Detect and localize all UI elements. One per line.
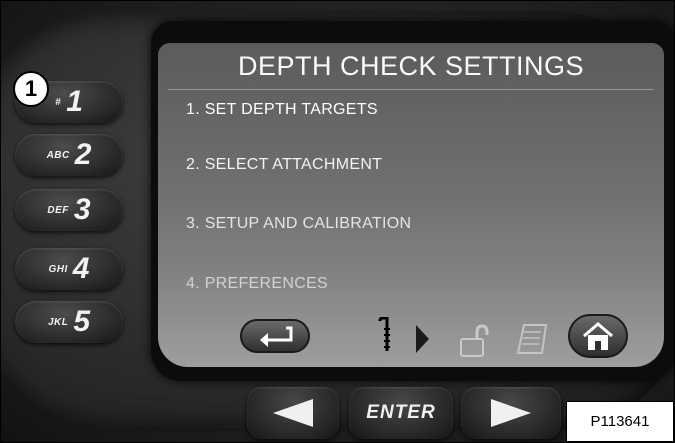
key-2[interactable]: ABC 2 xyxy=(15,134,123,176)
screen-title: DEPTH CHECK SETTINGS xyxy=(237,51,585,81)
document-icon[interactable] xyxy=(514,323,548,355)
key-4[interactable]: GHI 4 xyxy=(15,248,123,290)
key-3-digit: 3 xyxy=(73,193,91,226)
callout-marker: 1 xyxy=(13,71,49,107)
device-photo: # 1 ABC 2 DEF 3 GHI 4 JKL 5 1 DEPTH CHEC… xyxy=(0,0,675,443)
right-arrow-icon xyxy=(491,399,531,427)
back-icon xyxy=(260,326,293,347)
right-arrow-button[interactable] xyxy=(461,387,561,439)
key-1-letters: # xyxy=(55,96,62,108)
key-2-digit: 2 xyxy=(74,138,92,171)
key-4-letters: GHI xyxy=(48,263,68,275)
chevron-right-icon[interactable] xyxy=(414,325,430,353)
enter-label: ENTER xyxy=(366,402,436,423)
figure-reference-label: P113641 xyxy=(566,401,674,442)
display-screen: DEPTH CHECK SETTINGS 1. SET DEPTH TARGET… xyxy=(158,43,664,367)
screen-toolbar xyxy=(158,307,664,367)
home-icon xyxy=(583,322,613,350)
key-2-letters: ABC xyxy=(46,149,70,161)
key-5-letters: JKL xyxy=(47,316,69,328)
enter-button[interactable]: ENTER xyxy=(349,387,453,439)
menu-item-setup-calibration[interactable]: 3. SETUP AND CALIBRATION xyxy=(186,215,411,233)
title-divider xyxy=(168,89,654,90)
key-5-digit: 5 xyxy=(73,305,91,338)
left-arrow-button[interactable] xyxy=(247,387,339,439)
key-1-digit: 1 xyxy=(66,85,83,118)
unlock-icon[interactable] xyxy=(458,323,490,357)
menu-item-set-depth-targets[interactable]: 1. SET DEPTH TARGETS xyxy=(186,101,378,119)
menu-item-select-attachment[interactable]: 2. SELECT ATTACHMENT xyxy=(186,156,382,174)
probe-icon xyxy=(378,317,390,351)
key-3-letters: DEF xyxy=(47,204,69,216)
key-3[interactable]: DEF 3 xyxy=(15,189,123,231)
left-arrow-icon xyxy=(273,399,313,427)
key-5[interactable]: JKL 5 xyxy=(15,301,123,343)
menu-item-preferences[interactable]: 4. PREFERENCES xyxy=(186,275,328,293)
home-button[interactable] xyxy=(568,314,628,358)
back-button[interactable] xyxy=(240,319,310,353)
key-4-digit: 4 xyxy=(72,252,90,285)
